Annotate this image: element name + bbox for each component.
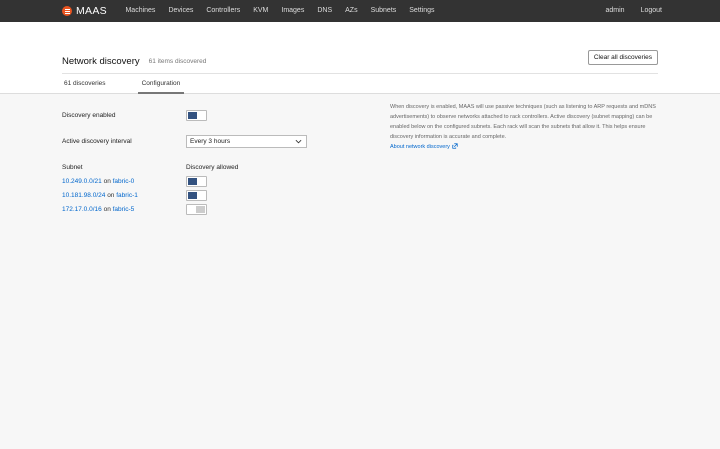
subnet-cell: 10.181.98.0/24 on fabric-1 — [62, 192, 186, 199]
chevron-down-icon — [295, 139, 302, 144]
subnet-table-header: Subnet Discovery allowed — [62, 164, 238, 171]
fabric-link[interactable]: fabric-1 — [116, 192, 138, 199]
discovery-enabled-row: Discovery enabled — [62, 110, 208, 121]
discovery-allowed-toggle[interactable] — [186, 190, 207, 201]
toggle-knob — [188, 178, 197, 185]
discovery-allowed-toggle[interactable] — [186, 176, 207, 187]
subnet-cell: 172.17.0.0/16 on fabric-5 — [62, 206, 186, 213]
top-navigation: MAAS Machines Devices Controllers KVM Im… — [0, 0, 720, 22]
toggle-knob — [188, 192, 197, 199]
subnet-row: 10.249.0.0/21 on fabric-0 — [62, 176, 207, 187]
logo-text: MAAS — [76, 5, 107, 17]
nav-settings[interactable]: Settings — [403, 0, 441, 22]
main-content: Discovery enabled Active discovery inter… — [0, 94, 720, 449]
discovery-interval-label: Active discovery interval — [62, 138, 132, 145]
nav-user-menu: admin Logout — [590, 0, 663, 22]
clear-all-discoveries-button[interactable]: Clear all discoveries — [587, 50, 658, 65]
subnet-on-text: on — [103, 206, 111, 213]
nav-logout[interactable]: Logout — [625, 0, 662, 22]
page-subtitle: 61 items discovered — [148, 57, 207, 65]
fabric-link[interactable]: fabric-5 — [113, 206, 135, 213]
subnet-link[interactable]: 172.17.0.0/16 — [62, 206, 102, 213]
nav-subnets[interactable]: Subnets — [364, 0, 403, 22]
about-network-discovery-link[interactable]: About network discovery — [390, 143, 458, 150]
tab-bar: 61 discoveries Configuration — [62, 74, 204, 94]
external-link-icon — [452, 143, 458, 149]
toggle-knob — [196, 206, 205, 213]
discovery-info-panel: When discovery is enabled, MAAS will use… — [390, 102, 658, 152]
nav-dns[interactable]: DNS — [311, 0, 339, 22]
maas-logo[interactable]: MAAS — [62, 5, 107, 17]
subnet-link[interactable]: 10.249.0.0/21 — [62, 178, 102, 185]
discovery-enabled-label: Discovery enabled — [62, 112, 116, 119]
subnet-on-text: on — [103, 178, 111, 185]
subnet-column-header: Subnet — [62, 164, 83, 171]
header-row: Network discovery 61 items discovered Cl… — [62, 50, 658, 72]
page-header: Network discovery 61 items discovered Cl… — [0, 22, 720, 94]
discovery-interval-select[interactable]: Every 3 hours — [186, 135, 307, 148]
maas-logo-icon — [62, 6, 72, 16]
subnet-cell: 10.249.0.0/21 on fabric-0 — [62, 178, 186, 185]
subnet-row: 10.181.98.0/24 on fabric-1 — [62, 190, 207, 201]
fabric-link[interactable]: fabric-0 — [113, 178, 135, 185]
nav-admin[interactable]: admin — [590, 0, 625, 22]
about-link-label: About network discovery — [390, 144, 450, 150]
toggle-knob — [188, 112, 197, 119]
discovery-allowed-toggle[interactable] — [186, 204, 207, 215]
nav-kvm[interactable]: KVM — [247, 0, 275, 22]
subnet-link[interactable]: 10.181.98.0/24 — [62, 192, 105, 199]
nav-azs[interactable]: AZs — [339, 0, 364, 22]
discovery-info-text: When discovery is enabled, MAAS will use… — [390, 104, 656, 140]
page-title: Network discovery — [62, 55, 140, 67]
tab-discoveries[interactable]: 61 discoveries — [62, 74, 110, 94]
discovery-enabled-toggle[interactable] — [186, 110, 207, 121]
nav-images[interactable]: Images — [275, 0, 311, 22]
discovery-allowed-column-header: Discovery allowed — [186, 164, 239, 171]
nav-items: Machines Devices Controllers KVM Images … — [119, 0, 590, 22]
subnet-on-text: on — [107, 192, 115, 199]
nav-devices[interactable]: Devices — [162, 0, 200, 22]
nav-machines[interactable]: Machines — [119, 0, 162, 22]
nav-controllers[interactable]: Controllers — [200, 0, 247, 22]
discovery-interval-row: Active discovery interval Every 3 hours — [62, 135, 307, 148]
tab-configuration[interactable]: Configuration — [137, 74, 185, 94]
discovery-interval-value: Every 3 hours — [190, 138, 231, 145]
subnet-row: 172.17.0.0/16 on fabric-5 — [62, 204, 207, 215]
